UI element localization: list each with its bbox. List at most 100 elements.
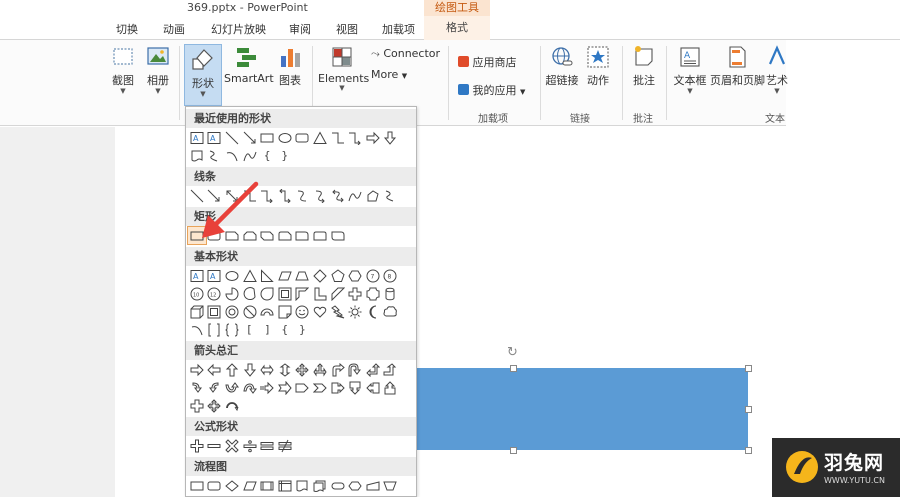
shape-left-brace[interactable]: { [276,321,294,338]
shape-u-turn-arrow[interactable] [346,361,364,378]
shape-flowchart-internal-storage[interactable] [276,477,294,494]
shape-arc[interactable] [188,321,206,338]
shape-curved-up-arrow[interactable] [223,379,241,396]
shape-flowchart-process[interactable] [188,477,206,494]
shape-flowchart-terminator[interactable] [329,477,347,494]
shape-math-plus[interactable] [188,437,206,454]
shape-curved-connector[interactable] [294,187,312,204]
shape-down-arrow[interactable] [241,361,259,378]
shape-down-arrow[interactable] [382,129,400,146]
shape-freeform[interactable] [364,187,382,204]
my-apps-button[interactable]: 我的应用 ▼ [458,82,525,98]
shape-half-frame[interactable] [294,285,312,302]
shape-rounded-rectangle[interactable] [294,129,312,146]
shape-heptagon[interactable]: 7 [364,267,382,284]
shape-frame[interactable] [276,285,294,302]
shape-block-arc[interactable] [258,303,276,320]
shape-flowchart-multidocument[interactable] [311,477,329,494]
shape-right-arrow[interactable] [364,129,382,146]
shape-curved-double-arrow[interactable] [329,187,347,204]
shape-elbow-connector[interactable] [329,129,347,146]
shape-diamond[interactable] [311,267,329,284]
wordart-button[interactable]: 艺术 ▼ [766,44,788,95]
shape-quad-arrow-callout[interactable] [206,397,224,414]
shape-flowchart-document[interactable] [294,477,312,494]
shape-flowchart-manual-operation[interactable] [382,477,400,494]
shape-line[interactable] [223,129,241,146]
shapes-button[interactable]: 形状 ▼ [184,44,222,106]
shape-teardrop[interactable] [258,285,276,302]
shape-right-arrow[interactable] [188,361,206,378]
connector-button[interactable]: ⤳ Connector [371,47,440,61]
shape-curved-arrow[interactable] [311,187,329,204]
shape-oval[interactable] [223,267,241,284]
shape-quad-arrow[interactable] [294,361,312,378]
tab-animations[interactable]: 动画 [163,21,185,37]
tab-slideshow[interactable]: 幻灯片放映 [211,21,266,37]
shape-pentagon[interactable] [329,267,347,284]
shape-math-multiply[interactable] [223,437,241,454]
shape-textbox[interactable]: A [188,267,206,284]
shape-flowchart-data[interactable] [241,477,259,494]
chart-button[interactable]: 图表 [276,44,304,88]
screenshot-button[interactable]: 截图 ▼ [108,44,138,95]
shape-bent-up-arrow[interactable] [382,361,400,378]
smartart-button[interactable]: SmartArt [224,44,274,85]
elements-button[interactable]: Elements ▼ [318,44,369,92]
shape-elbow-arrow[interactable] [346,129,364,146]
shape-smiley-face[interactable] [294,303,312,320]
shape-circular-arrow[interactable] [223,397,241,414]
shape-donut[interactable] [223,303,241,320]
shape-round-same-side-rectangle[interactable] [311,227,329,244]
resize-handle[interactable] [510,365,517,372]
tab-transitions[interactable]: 切换 [116,21,138,37]
shape-chevron[interactable] [311,379,329,396]
shape-right-brace[interactable]: } [276,147,294,164]
shape-flowchart-document[interactable] [188,147,206,164]
shape-down-arrow-callout[interactable] [346,379,364,396]
shape-l-shape[interactable] [311,285,329,302]
textbox-button[interactable]: A 文本框 ▼ [672,44,708,95]
shape-right-arrow-callout[interactable] [329,379,347,396]
shape-bent-arrow[interactable] [329,361,347,378]
shape-right-triangle[interactable] [258,267,276,284]
shape-bevel[interactable] [206,303,224,320]
photo-album-button[interactable]: 相册 ▼ [142,44,174,95]
shape-round-single-corner-rectangle[interactable] [294,227,312,244]
shape-up-arrow-callout[interactable] [382,379,400,396]
shape-flowchart-alternate-process[interactable] [206,477,224,494]
shape-left-brace[interactable]: { [258,147,276,164]
shape-left-up-arrow[interactable] [364,361,382,378]
shape-math-not-equal[interactable] [276,437,294,454]
shape-freeform-scribble[interactable] [206,147,224,164]
tab-format[interactable]: 格式 [424,16,490,40]
resize-handle[interactable] [745,447,752,454]
shape-flowchart-decision[interactable] [223,477,241,494]
rotate-handle-icon[interactable]: ↻ [507,346,518,359]
resize-handle[interactable] [745,406,752,413]
resize-handle[interactable] [510,447,517,454]
more-button[interactable]: More ▼ [371,68,407,81]
comment-button[interactable]: 批注 [630,44,658,88]
tab-review[interactable]: 审阅 [289,21,311,37]
shape-triangle[interactable] [241,267,259,284]
shape-left-arrow-callout[interactable] [364,379,382,396]
shape-round-diagonal-rectangle[interactable] [329,227,347,244]
shape-double-bracket[interactable] [206,321,224,338]
shape-oval[interactable] [276,129,294,146]
shape-left-bracket[interactable]: [ [241,321,259,338]
shape-trapezoid[interactable] [294,267,312,284]
shape-curved-left-arrow[interactable] [206,379,224,396]
shape-math-divide[interactable] [241,437,259,454]
shape-striped-right-arrow[interactable] [258,379,276,396]
shape-arc[interactable] [223,147,241,164]
shape-math-equal[interactable] [258,437,276,454]
shape-up-down-arrow[interactable] [276,361,294,378]
shape-decagon[interactable]: 10 [188,285,206,302]
shape-curved-right-arrow[interactable] [188,379,206,396]
header-footer-button[interactable]: 页眉和页脚 [710,44,765,88]
shape-double-brace[interactable] [223,321,241,338]
shape-flowchart-manual-input[interactable] [364,477,382,494]
shape-curve[interactable] [346,187,364,204]
app-store-button[interactable]: 应用商店 [458,54,517,70]
